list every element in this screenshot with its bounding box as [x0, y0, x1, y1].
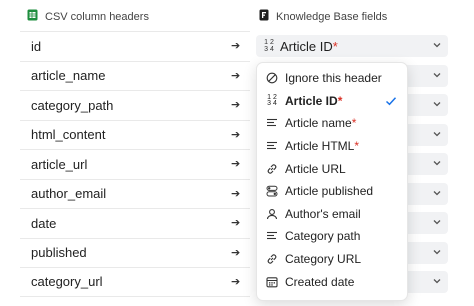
csv-column-name: category_url	[20, 267, 250, 297]
csv-column-name: category_path	[20, 90, 250, 120]
text-lines-icon	[266, 117, 278, 129]
option-article-id[interactable]: 1 23 4 Article ID *	[257, 90, 407, 113]
chevron-down-icon	[432, 157, 442, 172]
kb-fields-label: Knowledge Base fields	[276, 10, 388, 23]
field-select-active[interactable]: 1 23 4 Article ID *	[256, 35, 448, 57]
csv-column-name: html_content	[20, 119, 250, 150]
arrow-right-icon: ➔	[231, 69, 241, 82]
option-article-html[interactable]: Article HTML *	[257, 135, 407, 158]
toggle-icon	[266, 185, 278, 197]
option-category-path[interactable]: Category path	[257, 225, 407, 248]
csv-column-name: author_email	[20, 178, 250, 209]
chevron-down-icon	[432, 69, 442, 84]
link-icon	[266, 163, 278, 175]
arrow-right-icon: ➔	[231, 246, 241, 259]
field-dropdown-menu: Ignore this header 1 23 4 Article ID * Ar…	[256, 62, 408, 301]
chevron-down-icon	[432, 275, 442, 290]
kb-logo-icon	[259, 9, 269, 24]
select-value: Article ID	[280, 38, 333, 54]
csv-column-name: date	[20, 208, 250, 238]
calendar-icon	[266, 276, 278, 288]
required-marker: *	[351, 116, 357, 131]
option-ignore-header[interactable]: Ignore this header	[257, 67, 407, 90]
chevron-down-icon	[432, 246, 442, 261]
spreadsheet-icon	[27, 9, 38, 24]
chevron-down-icon	[432, 39, 442, 54]
chevron-down-icon	[432, 216, 442, 231]
option-created-date[interactable]: Created date	[257, 270, 407, 293]
arrow-right-icon: ➔	[231, 128, 241, 141]
mapping-row: id ➔ 1 23 4 Article ID *	[0, 31, 474, 61]
required-marker: *	[332, 38, 338, 54]
number-icon: 1 23 4	[267, 93, 277, 107]
arrow-right-icon: ➔	[231, 217, 241, 230]
link-icon	[266, 253, 278, 265]
arrow-right-icon: ➔	[231, 187, 241, 200]
required-marker: *	[354, 139, 360, 154]
text-lines-icon	[266, 230, 278, 242]
csv-column-name: published	[20, 237, 250, 268]
csv-column-name: id	[20, 31, 250, 61]
checkmark-icon	[385, 95, 397, 110]
chevron-down-icon	[432, 187, 442, 202]
number-icon: 1 23 4	[264, 39, 274, 53]
option-author-email[interactable]: Author's email	[257, 203, 407, 226]
option-article-name[interactable]: Article name *	[257, 112, 407, 135]
csv-column-name: article_name	[20, 60, 250, 91]
arrow-right-icon: ➔	[231, 99, 241, 112]
csv-column-name: article_url	[20, 149, 250, 179]
option-article-url[interactable]: Article URL	[257, 157, 407, 180]
kb-fields-title: Knowledge Base fields	[259, 9, 387, 24]
chevron-down-icon	[432, 98, 442, 113]
csv-headers-title: CSV column headers	[27, 9, 149, 24]
arrow-right-icon: ➔	[231, 40, 241, 53]
option-category-url[interactable]: Category URL	[257, 248, 407, 271]
arrow-right-icon: ➔	[231, 158, 241, 171]
arrow-right-icon: ➔	[231, 276, 241, 289]
chevron-down-icon	[432, 128, 442, 143]
csv-headers-label: CSV column headers	[45, 10, 149, 23]
person-icon	[266, 208, 278, 220]
text-lines-icon	[266, 140, 278, 152]
ignore-icon	[266, 72, 278, 84]
option-article-published[interactable]: Article published	[257, 180, 407, 203]
required-marker: *	[337, 93, 343, 108]
